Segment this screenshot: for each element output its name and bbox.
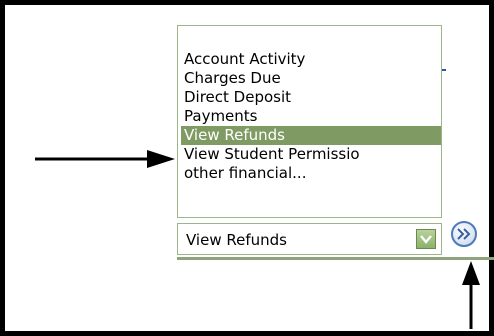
list-item[interactable]: Direct Deposit (181, 88, 441, 107)
section-divider (177, 257, 494, 260)
list-item[interactable]: other financial... (181, 164, 441, 183)
go-button[interactable] (451, 221, 477, 247)
double-chevron-right-icon (457, 228, 471, 240)
chevron-down-icon[interactable] (416, 229, 436, 249)
financial-options-select[interactable]: View Refunds (177, 223, 442, 255)
list-item[interactable]: View Student Permissio (181, 145, 441, 164)
financial-options-listbox[interactable]: Account Activity Charges Due Direct Depo… (177, 25, 442, 218)
list-item[interactable]: Payments (181, 107, 441, 126)
list-item-selected[interactable]: View Refunds (181, 126, 441, 145)
up-arrow-icon (462, 261, 480, 329)
right-arrow-icon (35, 150, 175, 168)
list-item[interactable]: Charges Due (181, 69, 441, 88)
list-item[interactable]: Account Activity (181, 50, 441, 69)
select-value: View Refunds (186, 231, 287, 249)
screenshot-frame: Account Activity Charges Due Direct Depo… (0, 0, 494, 336)
